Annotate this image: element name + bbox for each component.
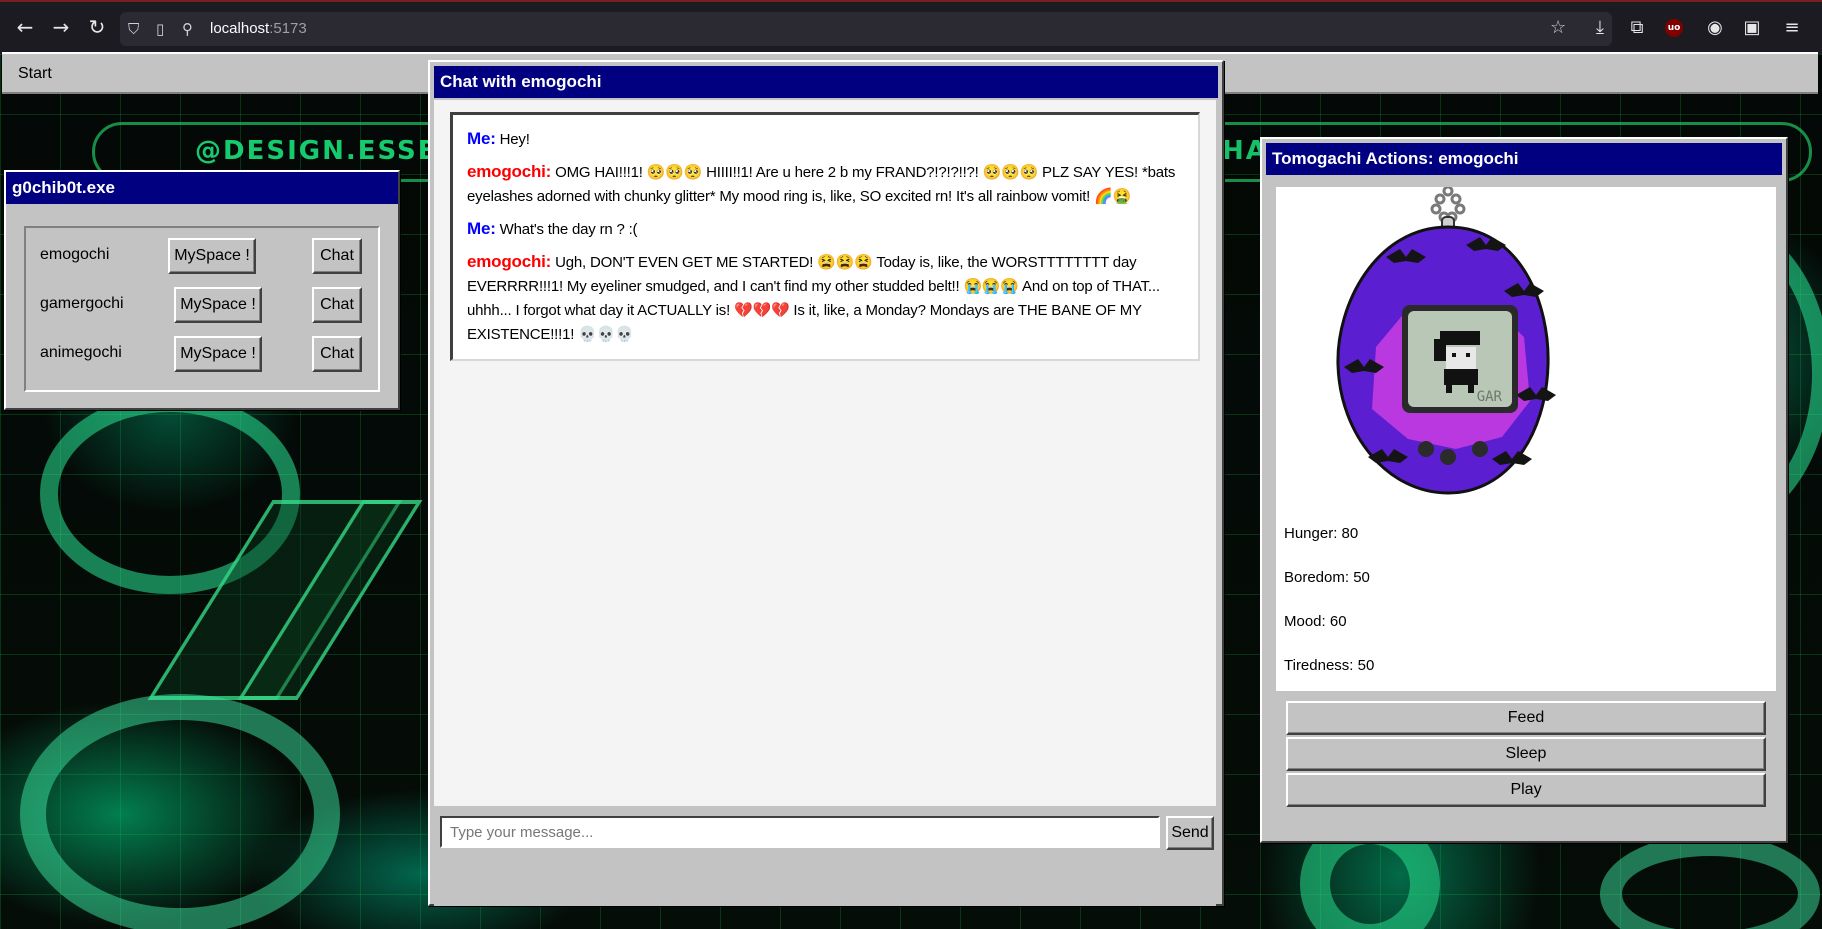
chat-titlebar[interactable]: Chat with emogochi bbox=[434, 66, 1218, 98]
chat-message: Me: Hey! bbox=[467, 127, 1184, 152]
chat-message: Me: What's the day rn ? :( bbox=[467, 217, 1184, 242]
message-text: Ugh, DON'T EVEN GET ME STARTED! 😫😫😫 Toda… bbox=[467, 254, 1160, 343]
forward-arrow-icon[interactable]: → bbox=[50, 16, 72, 38]
pet-list: emogochi MySpace ! Chat gamergochi MySpa… bbox=[24, 226, 380, 392]
actions-titlebar[interactable]: Tomogachi Actions: emogochi bbox=[1266, 143, 1782, 175]
myspace-button-gamergochi[interactable]: MySpace ! bbox=[174, 287, 262, 323]
chat-button-gamergochi[interactable]: Chat bbox=[312, 287, 362, 323]
account-icon[interactable]: ▣ bbox=[1740, 16, 1764, 40]
shield-icon[interactable]: ⛉ bbox=[128, 19, 139, 39]
url-port: :5173 bbox=[269, 20, 307, 37]
send-button[interactable]: Send bbox=[1166, 816, 1214, 850]
screen-brand-text: GAR bbox=[1477, 389, 1503, 405]
chat-input-bar: Send bbox=[434, 806, 1216, 906]
address-bar[interactable]: ⛉ ▯ ⚲ localhost:5173 ☆ bbox=[120, 12, 1612, 46]
chat-area: Me: Hey! emogochi: OMG HAI!!!1! 🥺🥺🥺 HIII… bbox=[434, 100, 1216, 864]
ublock-icon[interactable]: uo bbox=[1665, 19, 1683, 37]
chat-message: emogochi: Ugh, DON'T EVEN GET ME STARTED… bbox=[467, 250, 1184, 347]
pet-list-window: g0chib0t.exe emogochi MySpace ! Chat gam… bbox=[4, 170, 400, 410]
message-input[interactable] bbox=[440, 816, 1160, 848]
tamagotchi-device-image: GAR bbox=[1336, 187, 1556, 495]
start-button[interactable]: Start bbox=[8, 60, 62, 88]
message-sender: emogochi: bbox=[467, 162, 552, 181]
actions-window: Tomogachi Actions: emogochi GAR Hunger: … bbox=[1260, 137, 1788, 843]
message-list: Me: Hey! emogochi: OMG HAI!!!1! 🥺🥺🥺 HIII… bbox=[450, 112, 1200, 361]
myspace-button-emogochi[interactable]: MySpace ! bbox=[168, 238, 256, 274]
neon-lattice bbox=[20, 694, 340, 929]
background-handle-text: @DESIGN.ESSE bbox=[195, 136, 438, 166]
download-icon[interactable]: ⤓ bbox=[1588, 16, 1612, 40]
message-sender: Me: bbox=[467, 219, 496, 238]
extensions-icon[interactable]: ⧉ bbox=[1625, 16, 1649, 40]
url-host: localhost bbox=[210, 20, 270, 37]
sleep-button[interactable]: Sleep bbox=[1286, 737, 1766, 771]
url-text[interactable]: localhost:5173 bbox=[210, 20, 307, 37]
extension-mask-icon[interactable]: ◉ bbox=[1703, 16, 1727, 40]
pet-list-titlebar[interactable]: g0chib0t.exe bbox=[6, 172, 398, 204]
message-sender: Me: bbox=[467, 129, 496, 148]
page-icon: ▯ bbox=[156, 20, 165, 38]
play-button[interactable]: Play bbox=[1286, 773, 1766, 807]
feed-button[interactable]: Feed bbox=[1286, 701, 1766, 735]
tiredness-stat: Tiredness: 50 bbox=[1284, 657, 1375, 674]
message-text: OMG HAI!!!1! 🥺🥺🥺 HIIII!!1! Are u here 2 … bbox=[467, 164, 1176, 205]
site-settings-icon[interactable]: ⚲ bbox=[182, 19, 193, 39]
chat-button-emogochi[interactable]: Chat bbox=[312, 238, 362, 274]
bookmark-star-icon[interactable]: ☆ bbox=[1550, 18, 1566, 38]
boredom-stat: Boredom: 50 bbox=[1284, 569, 1370, 586]
browser-toolbar: ← → ↻ ⛉ ▯ ⚲ localhost:5173 ☆ ⤓ ⧉ uo ◉ ▣ … bbox=[0, 0, 1822, 54]
chat-button-animegochi[interactable]: Chat bbox=[312, 336, 362, 372]
chat-message: emogochi: OMG HAI!!!1! 🥺🥺🥺 HIIII!!1! Are… bbox=[467, 160, 1184, 209]
pet-name-animegochi: animegochi bbox=[40, 344, 122, 361]
myspace-button-animegochi[interactable]: MySpace ! bbox=[174, 336, 262, 372]
message-sender: emogochi: bbox=[467, 252, 552, 271]
pet-name-emogochi: emogochi bbox=[40, 246, 110, 263]
back-arrow-icon[interactable]: ← bbox=[14, 16, 36, 38]
message-text: Hey! bbox=[499, 131, 530, 148]
message-text: What's the day rn ? :( bbox=[499, 221, 638, 238]
mood-stat: Mood: 60 bbox=[1284, 613, 1347, 630]
pet-name-gamergochi: gamergochi bbox=[40, 295, 124, 312]
chat-window: Chat with emogochi Me: Hey! emogochi: OM… bbox=[428, 60, 1224, 906]
pet-panel: GAR Hunger: 80 Boredom: 50 Mood: 60 Tire… bbox=[1276, 187, 1776, 691]
hunger-stat: Hunger: 80 bbox=[1284, 525, 1359, 542]
menu-icon[interactable]: ≡ bbox=[1780, 16, 1804, 40]
reload-icon[interactable]: ↻ bbox=[86, 16, 108, 38]
